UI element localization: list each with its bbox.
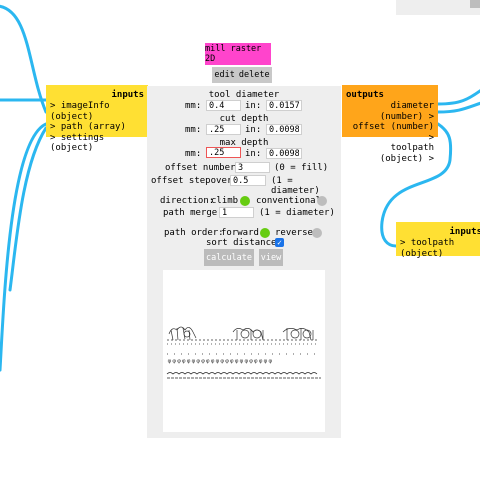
max-depth-mm-label: mm: — [185, 149, 202, 159]
max-depth-title: max depth — [219, 138, 269, 148]
offset-number-input[interactable] — [235, 162, 270, 173]
path-merge-label: path merge: — [163, 208, 223, 218]
calculate-button[interactable]: calculate — [204, 249, 254, 266]
view-button[interactable]: view — [259, 249, 283, 266]
outputs-header: outputs — [346, 90, 384, 100]
tool-diameter-mm-input[interactable] — [206, 100, 241, 111]
direction-climb-radio[interactable] — [240, 196, 250, 206]
output-port-offset[interactable]: offset (number) > — [342, 122, 438, 143]
path-order-forward-label: forward — [221, 228, 259, 238]
wire-left-upper — [0, 5, 48, 114]
sort-distance-checkbox[interactable]: ✓ — [275, 238, 284, 247]
offset-stepover-hint: (1 = diameter) — [271, 176, 320, 196]
max-depth-in-label: in: — [245, 149, 262, 159]
direction-climb-label: climb — [211, 196, 239, 206]
sort-distance-label: sort distance: — [206, 238, 282, 248]
offset-number-hint: (0 = fill) — [274, 163, 329, 173]
offset-stepover-input[interactable] — [230, 175, 266, 186]
max-depth-in-input[interactable] — [266, 148, 302, 159]
cut-depth-in-input[interactable] — [266, 124, 302, 135]
input-port-path[interactable]: > path (array) — [46, 122, 148, 133]
path-merge-input[interactable] — [219, 207, 254, 218]
right-input-port-toolpath[interactable]: > toolpath (object) — [396, 238, 480, 259]
tool-diameter-in-label: in: — [245, 101, 262, 111]
right-module-inputs-header: inputs — [449, 227, 480, 237]
offset-stepover-label: offset stepover: — [151, 176, 238, 186]
module-title[interactable]: mill raster 2D — [205, 43, 271, 65]
tool-diameter-in-input[interactable] — [266, 100, 302, 111]
edit-delete-bar: edit delete — [212, 67, 272, 83]
preview-row-middle: ᵩᵩᵩᵩᵩᵩᵩᵩᵩᵩᵩᵩᵩᵩᵩᵩᵩᵩᵩᵩᵩᵩ — [167, 355, 273, 364]
inputs-header: inputs — [111, 90, 144, 100]
path-order-reverse-radio[interactable] — [312, 228, 322, 238]
right-module-inputs: inputs > toolpath (object) — [396, 222, 480, 259]
cut-depth-mm-label: mm: — [185, 125, 202, 135]
direction-conventional-radio[interactable] — [317, 196, 327, 206]
toolpath-preview-image: ᵩᵩᵩᵩᵩᵩᵩᵩᵩᵩᵩᵩᵩᵩᵩᵩᵩᵩᵩᵩᵩᵩ — [166, 326, 321, 379]
wire-out-top — [436, 89, 480, 106]
offset-number-label: offset number: — [165, 163, 241, 173]
path-order-reverse-label: reverse — [275, 228, 313, 238]
path-merge-hint: (1 = diameter) — [259, 208, 335, 218]
outputs-panel: outputs diameter (number) > offset (numb… — [342, 85, 438, 164]
offscreen-module-button[interactable] — [470, 0, 480, 8]
cut-depth-in-label: in: — [245, 125, 262, 135]
tool-diameter-title: tool diameter — [208, 90, 280, 100]
direction-conventional-label: conventional — [256, 196, 322, 206]
edit-button[interactable]: edit — [214, 70, 234, 80]
output-port-toolpath[interactable]: toolpath (object) > — [342, 143, 438, 164]
input-port-settings[interactable]: > settings (object) — [46, 133, 148, 154]
offscreen-module — [396, 0, 480, 15]
inputs-panel: inputs > imageInfo (object) > path (arra… — [46, 85, 148, 153]
max-depth-mm-input[interactable] — [206, 147, 241, 158]
direction-label: direction: — [160, 196, 215, 206]
cut-depth-title: cut depth — [219, 114, 269, 124]
input-port-imageinfo[interactable]: > imageInfo (object) — [46, 101, 148, 122]
output-port-diameter[interactable]: diameter (number) > — [342, 101, 438, 122]
toolpath-preview: ᵩᵩᵩᵩᵩᵩᵩᵩᵩᵩᵩᵩᵩᵩᵩᵩᵩᵩᵩᵩᵩᵩ — [163, 270, 325, 432]
path-order-label: path order: — [164, 228, 224, 238]
tool-diameter-mm-label: mm: — [185, 101, 202, 111]
delete-button[interactable]: delete — [239, 70, 270, 80]
wire-left-main — [0, 122, 48, 372]
cut-depth-mm-input[interactable] — [206, 124, 241, 135]
path-order-forward-radio[interactable] — [260, 228, 270, 238]
